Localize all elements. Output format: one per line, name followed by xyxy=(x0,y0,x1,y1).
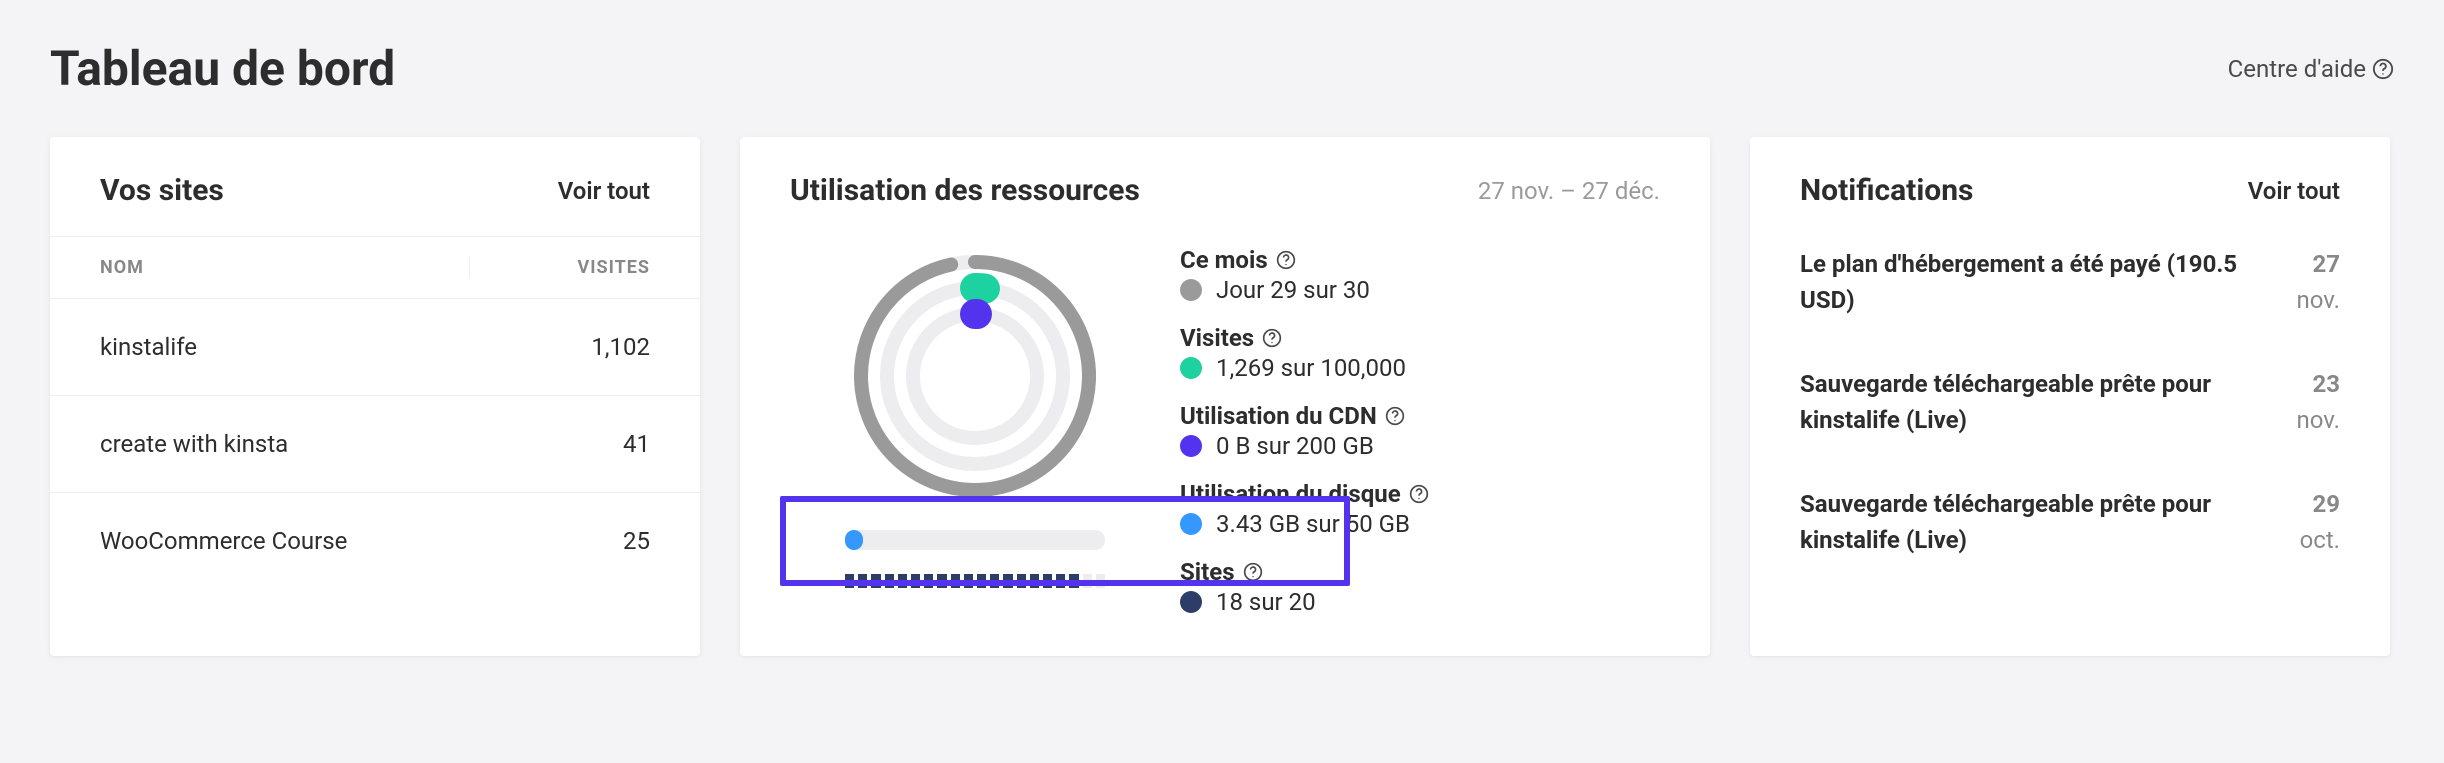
site-visits: 41 xyxy=(470,430,650,458)
list-item[interactable]: Sauvegarde téléchargeable prête pour kin… xyxy=(1800,366,2340,438)
dot-icon xyxy=(1180,435,1202,457)
site-name: kinstalife xyxy=(100,333,470,361)
page-header: Tableau de bord Centre d'aide xyxy=(50,40,2394,97)
donut-chart xyxy=(845,246,1105,506)
notifications-card-title: Notifications xyxy=(1800,173,1973,208)
help-center-link[interactable]: Centre d'aide xyxy=(2228,55,2394,83)
notification-text: Le plan d'hébergement a été payé (190.5 … xyxy=(1800,246,2267,318)
site-name: create with kinsta xyxy=(100,430,470,458)
notification-date: 23 nov. xyxy=(2297,366,2340,438)
sites-col-name: NOM xyxy=(100,257,470,278)
resource-item-visits: Visites 1,269 sur 100,000 xyxy=(1180,324,1660,382)
sites-view-all-link[interactable]: Voir tout xyxy=(558,177,650,205)
resource-value: 1,269 sur 100,000 xyxy=(1180,354,1660,382)
sites-col-visits: VISITES xyxy=(470,257,650,278)
table-row[interactable]: kinstalife 1,102 xyxy=(50,299,700,396)
site-name: WooCommerce Course xyxy=(100,527,470,555)
resource-value: Jour 29 sur 30 xyxy=(1180,276,1660,304)
resource-label: Sites xyxy=(1180,558,1660,586)
table-row[interactable]: create with kinsta 41 xyxy=(50,396,700,493)
sites-dash-bar xyxy=(845,574,1105,588)
resource-item-month: Ce mois Jour 29 sur 30 xyxy=(1180,246,1660,304)
notifications-list: Le plan d'hébergement a été payé (190.5 … xyxy=(1750,236,2390,598)
site-visits: 25 xyxy=(470,527,650,555)
resources-card: Utilisation des ressources 27 nov. – 27 … xyxy=(740,137,1710,656)
dot-icon xyxy=(1180,279,1202,301)
resource-item-sites: Sites 18 sur 20 xyxy=(1180,558,1660,616)
notifications-card-header: Notifications Voir tout xyxy=(1750,137,2390,236)
list-item[interactable]: Sauvegarde téléchargeable prête pour kin… xyxy=(1800,486,2340,558)
resource-label: Visites xyxy=(1180,324,1660,352)
site-visits: 1,102 xyxy=(470,333,650,361)
notifications-card: Notifications Voir tout Le plan d'héberg… xyxy=(1750,137,2390,656)
resources-card-title: Utilisation des ressources xyxy=(790,173,1140,208)
resources-charts xyxy=(790,246,1160,616)
resource-label: Utilisation du disque xyxy=(1180,480,1660,508)
notification-date: 27 nov. xyxy=(2297,246,2340,318)
resources-date-range: 27 nov. – 27 déc. xyxy=(1478,177,1660,205)
help-icon[interactable] xyxy=(1243,562,1263,582)
sites-card: Vos sites Voir tout NOM VISITES kinstali… xyxy=(50,137,700,656)
resources-card-header: Utilisation des ressources 27 nov. – 27 … xyxy=(740,137,1710,236)
notifications-view-all-link[interactable]: Voir tout xyxy=(2248,177,2340,205)
cards-row: Vos sites Voir tout NOM VISITES kinstali… xyxy=(50,137,2394,656)
sites-card-header: Vos sites Voir tout xyxy=(50,137,700,236)
help-icon xyxy=(2372,58,2394,80)
help-icon[interactable] xyxy=(1276,250,1296,270)
dot-icon xyxy=(1180,513,1202,535)
dot-icon xyxy=(1180,591,1202,613)
help-icon[interactable] xyxy=(1409,484,1429,504)
help-icon[interactable] xyxy=(1385,406,1405,426)
resource-label: Utilisation du CDN xyxy=(1180,402,1660,430)
resource-value: 0 B sur 200 GB xyxy=(1180,432,1660,460)
disk-bar xyxy=(845,530,1105,550)
resource-label: Ce mois xyxy=(1180,246,1660,274)
notification-text: Sauvegarde téléchargeable prête pour kin… xyxy=(1800,486,2270,558)
sites-card-title: Vos sites xyxy=(100,173,224,208)
table-row[interactable]: WooCommerce Course 25 xyxy=(50,493,700,589)
notification-date: 29 oct. xyxy=(2300,486,2340,558)
resources-list: Ce mois Jour 29 sur 30 Visites xyxy=(1180,246,1660,616)
resource-value: 3.43 GB sur 50 GB xyxy=(1180,510,1660,538)
sites-table-header: NOM VISITES xyxy=(50,236,700,299)
help-icon[interactable] xyxy=(1262,328,1282,348)
resource-value: 18 sur 20 xyxy=(1180,588,1660,616)
list-item[interactable]: Le plan d'hébergement a été payé (190.5 … xyxy=(1800,246,2340,318)
notification-text: Sauvegarde téléchargeable prête pour kin… xyxy=(1800,366,2267,438)
resource-item-disk: Utilisation du disque 3.43 GB sur 50 GB xyxy=(1180,480,1660,538)
disk-bar-fill xyxy=(845,530,863,550)
resources-body: Ce mois Jour 29 sur 30 Visites xyxy=(740,236,1710,656)
help-center-label: Centre d'aide xyxy=(2228,55,2366,83)
dot-icon xyxy=(1180,357,1202,379)
resource-item-cdn: Utilisation du CDN 0 B sur 200 GB xyxy=(1180,402,1660,460)
page-title: Tableau de bord xyxy=(50,40,395,97)
